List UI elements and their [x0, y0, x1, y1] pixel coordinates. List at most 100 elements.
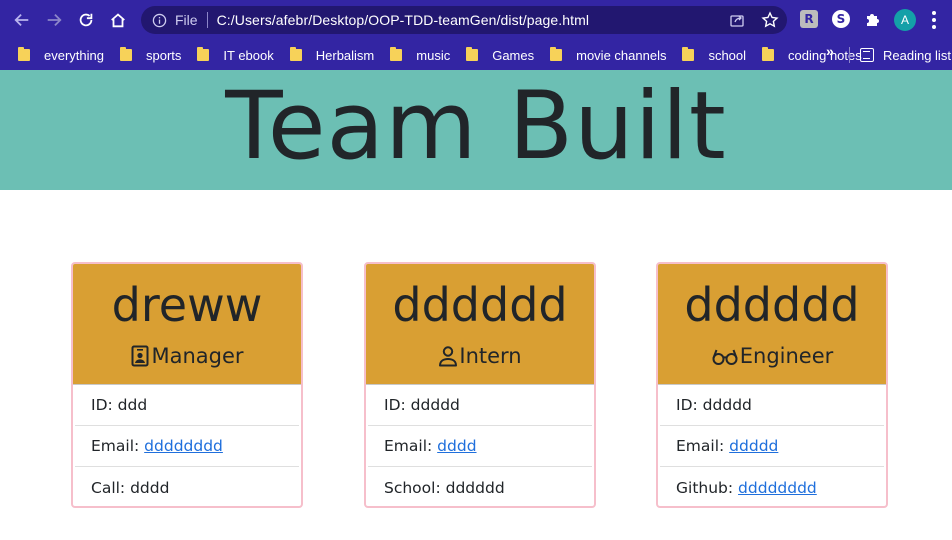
arrow-left-icon [14, 13, 29, 27]
bookmark-label: sports [145, 47, 182, 63]
bookmark-everything[interactable]: everything [12, 43, 110, 67]
folder-icon [390, 47, 403, 61]
url-scheme-label: File [175, 12, 198, 28]
bookmark-label: school [708, 47, 747, 63]
bookmark-it-ebook[interactable]: IT ebook [191, 43, 279, 67]
email-row: Email: dddd [368, 426, 592, 467]
folder-icon [18, 47, 30, 61]
id-row: ID: ddd [75, 385, 299, 426]
forward-button[interactable] [38, 4, 70, 36]
person-icon [438, 345, 458, 367]
school-row: School: dddddd [368, 467, 592, 506]
employee-card-intern: dddddd Intern ID: ddddd Email: dddd Scho… [364, 262, 596, 508]
school-label: School: [384, 478, 441, 497]
bookmark-movie-channels[interactable]: movie channels [544, 43, 672, 67]
id-label: ID: [91, 396, 113, 414]
office-row: Call: dddd [75, 467, 299, 506]
info-icon[interactable] [151, 12, 167, 28]
bookmark-sports[interactable]: sports [114, 43, 187, 67]
page-header: Team Built [0, 70, 952, 190]
url-text[interactable]: C:/Users/afebr/Desktop/OOP-TDD-teamGen/d… [217, 12, 590, 28]
card-details: ID: ddddd Email: ddddd Github: dddddddd [658, 385, 886, 506]
employee-name: dreww [111, 278, 263, 332]
card-header: dddddd Engineer [658, 264, 886, 385]
office-value: dddd [130, 478, 170, 497]
email-link[interactable]: dddddddd [144, 437, 223, 455]
extension-s-icon[interactable]: S [832, 10, 850, 28]
folder-icon [197, 47, 210, 61]
card-details: ID: ddddd Email: dddd School: dddddd [366, 385, 594, 506]
role-label: Intern [459, 344, 522, 368]
card-details: ID: ddd Email: dddddddd Call: dddd [73, 385, 301, 506]
bookmark-label: movie channels [576, 47, 667, 63]
reading-list-icon [860, 48, 874, 62]
role-label: Manager [151, 344, 244, 368]
more-bookmarks-chevron-icon[interactable]: » [826, 43, 834, 59]
employee-card-manager: dreww Manager ID: ddd Email: dddddddd Ca… [71, 262, 303, 508]
github-row: Github: dddddddd [660, 467, 884, 506]
id-value: ddd [117, 396, 148, 414]
id-row: ID: ddddd [660, 385, 884, 426]
employee-role: Engineer [658, 343, 886, 369]
folder-icon [682, 47, 695, 61]
employee-role: Intern [366, 343, 594, 369]
card-header: dreww Manager [73, 264, 301, 385]
home-icon [111, 13, 125, 28]
folder-icon [466, 47, 479, 61]
person-badge-icon [130, 345, 150, 367]
profile-avatar[interactable]: A [894, 9, 916, 31]
id-row: ID: ddddd [368, 385, 592, 426]
email-label: Email: [384, 437, 433, 455]
employee-name: dddddd [684, 278, 860, 332]
email-link[interactable]: ddddd [729, 437, 778, 455]
extensions-puzzle-icon[interactable] [864, 10, 882, 28]
extension-r-icon[interactable]: R [800, 10, 818, 28]
arrow-right-icon [47, 13, 62, 27]
employee-role: Manager [73, 343, 301, 369]
id-label: ID: [384, 396, 406, 414]
page-title: Team Built [225, 71, 727, 181]
email-label: Email: [91, 437, 140, 455]
bookmark-label: Games [492, 47, 535, 63]
github-label: Github: [676, 478, 734, 497]
id-label: ID: [676, 396, 698, 414]
bookmark-label: IT ebook [223, 47, 274, 63]
bookmark-star-icon[interactable] [761, 11, 779, 29]
bookmarks-bar: everything sports IT ebook Herbalism mus… [0, 40, 952, 70]
bookmark-label: coding notes [788, 47, 862, 63]
reading-list-label: Reading list [883, 47, 951, 63]
bookmark-school[interactable]: school [676, 43, 752, 67]
eyeglasses-icon [711, 345, 739, 367]
email-link[interactable]: dddd [437, 437, 476, 455]
bookmark-games[interactable]: Games [460, 43, 540, 67]
address-divider [206, 12, 208, 28]
folder-icon [119, 47, 132, 61]
employee-card-engineer: dddddd Engineer ID: ddddd Email: ddddd G… [656, 262, 888, 508]
folder-icon [289, 47, 302, 61]
bookmark-music[interactable]: music [384, 43, 456, 67]
home-button[interactable] [102, 4, 134, 36]
card-header: dddddd Intern [366, 264, 594, 385]
reload-icon [79, 13, 93, 27]
bookmark-label: Herbalism [315, 47, 375, 63]
address-bar[interactable]: File C:/Users/afebr/Desktop/OOP-TDD-team… [141, 6, 787, 34]
github-link[interactable]: dddddddd [738, 479, 817, 497]
bookmark-herbalism[interactable]: Herbalism [284, 43, 381, 67]
id-value: ddddd [702, 396, 752, 414]
email-label: Email: [676, 437, 725, 455]
office-label: Call: [91, 478, 126, 497]
school-value: dddddd [445, 478, 505, 497]
email-row: Email: ddddd [660, 426, 884, 467]
bookmarks-divider [849, 47, 850, 63]
email-row: Email: dddddddd [75, 426, 299, 467]
back-button[interactable] [6, 4, 38, 36]
folder-icon [762, 47, 775, 61]
share-icon[interactable] [729, 12, 745, 28]
folder-icon [550, 47, 563, 61]
id-value: ddddd [410, 396, 460, 414]
bookmark-coding-notes[interactable]: coding notes [756, 43, 868, 67]
browser-menu-icon[interactable] [924, 10, 944, 30]
employee-name: dddddd [392, 278, 568, 332]
reading-list-button[interactable]: Reading list [860, 40, 951, 70]
reload-button[interactable] [70, 4, 102, 36]
